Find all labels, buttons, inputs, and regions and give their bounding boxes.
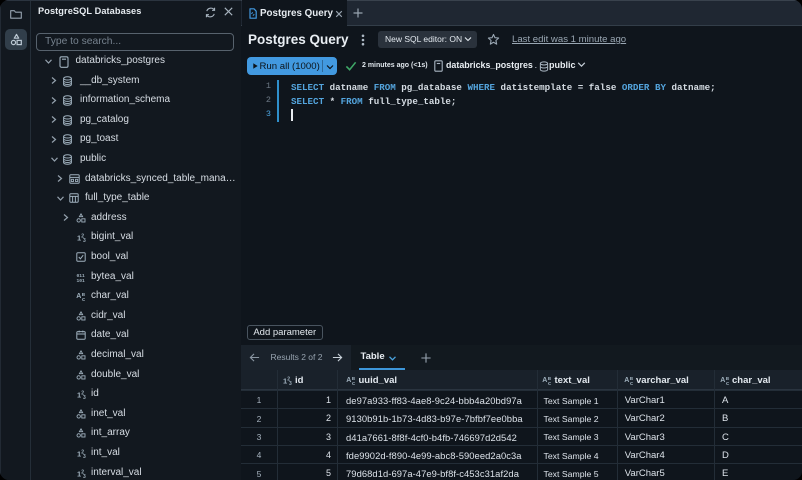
- svg-text:A: A: [720, 377, 725, 384]
- svg-text:c: c: [630, 381, 633, 386]
- svg-text:c: c: [82, 297, 85, 302]
- svg-text:101: 101: [76, 278, 85, 283]
- svg-text:011: 011: [76, 272, 85, 278]
- svg-text:3: 3: [83, 473, 86, 478]
- svg-text:A: A: [624, 377, 629, 384]
- svg-text:c: c: [726, 381, 729, 386]
- svg-text:3: 3: [83, 238, 86, 243]
- svg-text:A: A: [76, 293, 81, 300]
- svg-text:c: c: [548, 381, 551, 386]
- svg-text:A: A: [346, 377, 351, 384]
- svg-text:A: A: [542, 377, 547, 384]
- svg-text:3: 3: [83, 395, 86, 400]
- svg-text:3: 3: [289, 380, 292, 385]
- svg-text:c: c: [352, 381, 355, 386]
- svg-text:3: 3: [83, 454, 86, 459]
